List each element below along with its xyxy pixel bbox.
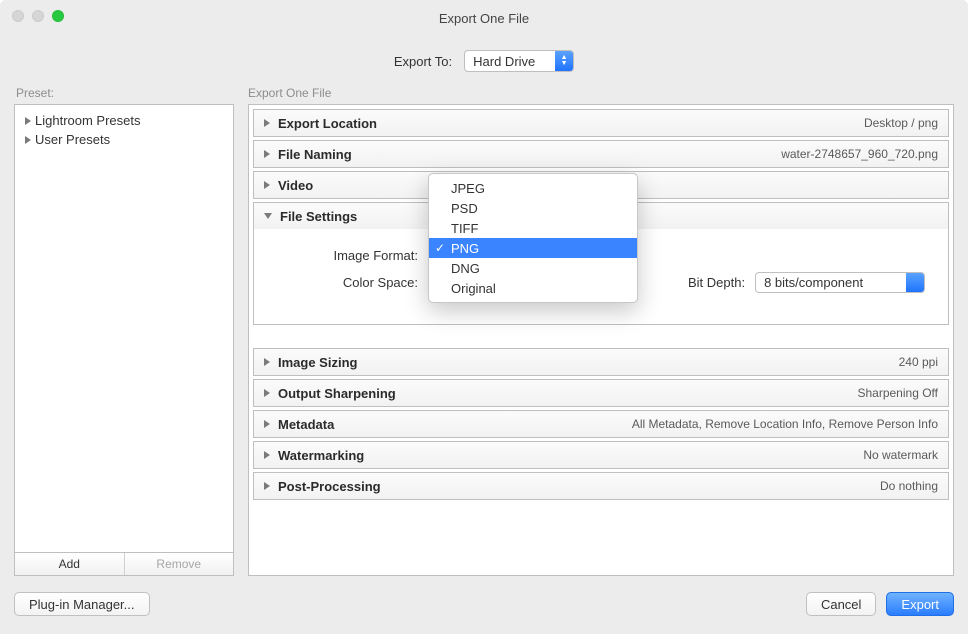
preset-group-lightroom[interactable]: Lightroom Presets — [19, 111, 229, 130]
panel-title: Watermarking — [278, 448, 364, 463]
remove-preset-button: Remove — [124, 553, 234, 575]
file-settings-body: Image Format: PNG Color Space: — [254, 229, 948, 324]
preset-list[interactable]: Lightroom Presets User Presets — [14, 104, 234, 553]
export-to-label: Export To: — [394, 54, 452, 69]
close-window-icon[interactable] — [12, 10, 24, 22]
panel-file-settings: File Settings Image Format: PNG — [253, 202, 949, 325]
format-option-dng[interactable]: DNG — [429, 258, 637, 278]
preset-column-label: Preset: — [14, 86, 234, 100]
preset-buttons: Add Remove — [14, 553, 234, 576]
bit-depth-value: 8 bits/component — [764, 275, 863, 290]
panel-title: Post-Processing — [278, 479, 381, 494]
minimize-window-icon[interactable] — [32, 10, 44, 22]
disclosure-triangle-icon — [25, 117, 31, 125]
window-controls — [12, 10, 64, 22]
disclosure-triangle-icon — [264, 482, 270, 490]
panel-post-processing[interactable]: Post-Processing Do nothing — [253, 472, 949, 500]
panel-summary: No watermark — [863, 448, 938, 462]
panel-export-location[interactable]: Export Location Desktop / png — [253, 109, 949, 137]
plugin-manager-button[interactable]: Plug-in Manager... — [14, 592, 150, 616]
panel-summary: Sharpening Off — [857, 386, 938, 400]
add-preset-button[interactable]: Add — [15, 553, 124, 575]
disclosure-triangle-icon — [264, 213, 272, 219]
image-format-label: Image Format: — [268, 248, 418, 263]
disclosure-triangle-icon — [264, 119, 270, 127]
preset-group-user[interactable]: User Presets — [19, 130, 229, 149]
panel-title: Output Sharpening — [278, 386, 396, 401]
select-stepper-icon — [555, 51, 573, 71]
panel-summary: Desktop / png — [864, 116, 938, 130]
panel-summary: Do nothing — [880, 479, 938, 493]
export-to-select[interactable]: Hard Drive — [464, 50, 574, 72]
panel-summary: 240 ppi — [899, 355, 938, 369]
panel-metadata[interactable]: Metadata All Metadata, Remove Location I… — [253, 410, 949, 438]
format-option-tiff[interactable]: TIFF — [429, 218, 637, 238]
disclosure-triangle-icon — [264, 389, 270, 397]
disclosure-triangle-icon — [264, 181, 270, 189]
zoom-window-icon[interactable] — [52, 10, 64, 22]
panel-file-naming[interactable]: File Naming water-2748657_960_720.png — [253, 140, 949, 168]
disclosure-triangle-icon — [264, 420, 270, 428]
disclosure-triangle-icon — [25, 136, 31, 144]
export-button[interactable]: Export — [886, 592, 954, 616]
disclosure-triangle-icon — [264, 358, 270, 366]
format-option-png[interactable]: PNG — [429, 238, 637, 258]
panel-title: Image Sizing — [278, 355, 357, 370]
panel-title: File Settings — [280, 209, 357, 224]
panel-output-sharpening[interactable]: Output Sharpening Sharpening Off — [253, 379, 949, 407]
preset-group-label: Lightroom Presets — [35, 113, 141, 128]
format-option-jpeg[interactable]: JPEG — [429, 178, 637, 198]
preset-group-label: User Presets — [35, 132, 110, 147]
panel-image-sizing[interactable]: Image Sizing 240 ppi — [253, 348, 949, 376]
bit-depth-label: Bit Depth: — [688, 275, 745, 290]
select-stepper-icon — [906, 273, 924, 292]
titlebar: Export One File — [0, 0, 968, 36]
bit-depth-select[interactable]: 8 bits/component — [755, 272, 925, 293]
export-dialog-window: Export One File Export To: Hard Drive Pr… — [0, 0, 968, 634]
disclosure-triangle-icon — [264, 150, 270, 158]
window-title: Export One File — [0, 11, 968, 26]
image-format-popup-menu[interactable]: JPEG PSD TIFF PNG DNG Original — [428, 173, 638, 303]
format-option-psd[interactable]: PSD — [429, 198, 637, 218]
panels-scroll[interactable]: Export Location Desktop / png File Namin… — [248, 104, 954, 576]
disclosure-triangle-icon — [264, 451, 270, 459]
panel-watermarking[interactable]: Watermarking No watermark — [253, 441, 949, 469]
panel-summary: All Metadata, Remove Location Info, Remo… — [632, 417, 938, 431]
panel-title: Video — [278, 178, 313, 193]
dialog-footer: Plug-in Manager... Cancel Export — [14, 588, 954, 620]
color-space-label: Color Space: — [268, 275, 418, 290]
panel-title: File Naming — [278, 147, 352, 162]
panel-title: Metadata — [278, 417, 334, 432]
panel-summary: water-2748657_960_720.png — [781, 147, 938, 161]
main-column-label: Export One File — [248, 86, 954, 100]
export-to-row: Export To: Hard Drive — [0, 36, 968, 86]
format-option-original[interactable]: Original — [429, 278, 637, 298]
cancel-button[interactable]: Cancel — [806, 592, 876, 616]
panel-title: Export Location — [278, 116, 377, 131]
export-to-value: Hard Drive — [473, 54, 535, 69]
